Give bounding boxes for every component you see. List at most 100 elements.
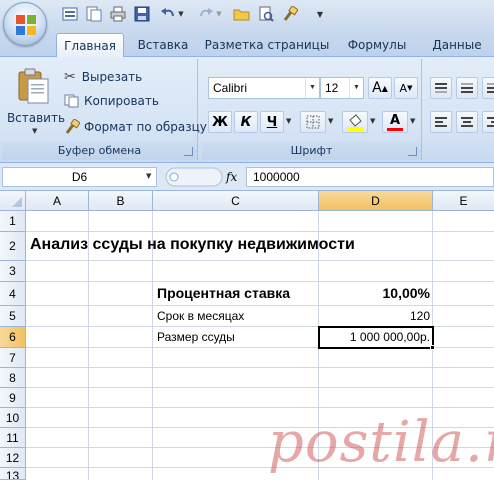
- align-center-button[interactable]: [456, 111, 478, 133]
- font-name-value: Calibri: [213, 81, 248, 95]
- align-left-button[interactable]: [430, 111, 452, 133]
- tab-formulas[interactable]: Формулы: [340, 33, 414, 57]
- print-preview-icon[interactable]: [256, 5, 276, 23]
- font-color-dropdown-icon[interactable]: ▼: [410, 117, 415, 125]
- font-group: Calibri ▼ 12 ▼ A ▲ A ▼ Ж К Ч ▼ ▼ ▼ A ▼ Ш…: [202, 59, 422, 160]
- column-header-b[interactable]: B: [89, 191, 153, 211]
- cell-c4-interest-label[interactable]: Процентная ставка: [157, 285, 290, 301]
- row-header-7[interactable]: 7: [0, 348, 26, 368]
- gridline: [26, 407, 494, 408]
- scissors-icon: ✂: [64, 69, 76, 85]
- column-header-c[interactable]: C: [153, 191, 319, 211]
- cell-d4-interest-value[interactable]: 10,00%: [319, 285, 430, 301]
- font-size-value: 12: [325, 81, 339, 95]
- row-header-2[interactable]: 2: [0, 232, 26, 261]
- formula-bar-controls: fx: [164, 167, 244, 187]
- clipboard-group: Вставить ▼ ✂ Вырезать Копировать Формат …: [2, 59, 207, 160]
- column-header-d[interactable]: D: [319, 191, 433, 211]
- bold-button[interactable]: Ж: [208, 111, 232, 133]
- row-header-13[interactable]: 13: [0, 468, 26, 480]
- redo-icon[interactable]: [196, 5, 216, 23]
- save-icon[interactable]: [132, 5, 152, 23]
- row-header-6[interactable]: 6: [0, 327, 26, 348]
- redo-dropdown-icon[interactable]: ▼: [214, 5, 224, 23]
- gridline: [26, 231, 494, 232]
- alignment-group: [426, 59, 494, 160]
- underline-button[interactable]: Ч: [260, 111, 284, 133]
- publisher-icon[interactable]: [84, 5, 104, 23]
- align-top-button[interactable]: [430, 77, 452, 99]
- cell-d5-term-value[interactable]: 120: [319, 309, 430, 323]
- customize-qat-icon[interactable]: ▼: [314, 5, 326, 23]
- gridline: [26, 367, 494, 368]
- undo-dropdown-icon[interactable]: ▼: [176, 5, 186, 23]
- select-all-corner[interactable]: [0, 191, 26, 211]
- row-header-3[interactable]: 3: [0, 261, 26, 282]
- bold-icon: Ж: [212, 114, 228, 130]
- align-center-icon: [461, 117, 473, 127]
- font-name-combo[interactable]: Calibri ▼: [208, 77, 320, 99]
- font-group-label: Шрифт: [202, 142, 421, 160]
- cell-c6-loan-label[interactable]: Размер ссуды: [157, 330, 235, 344]
- row-header-8[interactable]: 8: [0, 368, 26, 388]
- office-logo-icon: [16, 15, 36, 35]
- word-icon[interactable]: [60, 5, 80, 23]
- borders-dropdown-icon[interactable]: ▼: [328, 117, 333, 125]
- format-painter-label: Формат по образцу: [84, 120, 207, 134]
- tab-data[interactable]: Данные: [424, 33, 490, 57]
- font-color-swatch: [387, 127, 403, 131]
- formula-input[interactable]: 1000000: [246, 167, 494, 187]
- formula-value: 1000000: [253, 170, 300, 184]
- cut-button[interactable]: ✂ Вырезать: [64, 69, 142, 85]
- align-middle-button[interactable]: [456, 77, 478, 99]
- tab-home[interactable]: Главная: [56, 33, 124, 58]
- font-name-dropdown-icon[interactable]: ▼: [305, 78, 319, 98]
- ribbon-tabs: Главная Вставка Разметка страницы Формул…: [0, 30, 494, 58]
- italic-button[interactable]: К: [234, 111, 258, 133]
- font-color-button[interactable]: A: [382, 111, 408, 133]
- shrink-font-button[interactable]: A ▼: [394, 77, 418, 99]
- gridline: [26, 387, 494, 388]
- clipboard-launcher-icon[interactable]: [184, 147, 193, 156]
- grow-font-button[interactable]: A ▲: [368, 77, 392, 99]
- underline-dropdown-icon[interactable]: ▼: [286, 117, 291, 125]
- gridline: [26, 305, 494, 306]
- row-header-4[interactable]: 4: [0, 282, 26, 306]
- row-header-10[interactable]: 10: [0, 408, 26, 428]
- align-right-button[interactable]: [482, 111, 494, 133]
- gridline: [26, 260, 494, 261]
- format-painter-button[interactable]: Формат по образцу: [64, 119, 207, 135]
- watermark-text: postila.ru: [268, 410, 494, 475]
- font-size-dropdown-icon[interactable]: ▼: [349, 78, 363, 98]
- undo-icon[interactable]: [158, 5, 178, 23]
- cell-c5-term-label[interactable]: Срок в месяцах: [157, 309, 244, 323]
- name-box[interactable]: D6: [2, 167, 157, 187]
- column-header-e[interactable]: E: [433, 191, 494, 211]
- borders-button[interactable]: [300, 111, 326, 133]
- row-header-1[interactable]: 1: [0, 211, 26, 232]
- name-box-dropdown-icon[interactable]: ▼: [146, 172, 151, 180]
- row-header-5[interactable]: 5: [0, 306, 26, 327]
- align-bottom-button[interactable]: [482, 77, 494, 99]
- tab-insert[interactable]: Вставка: [132, 33, 194, 57]
- fill-color-dropdown-icon[interactable]: ▼: [370, 117, 375, 125]
- fill-color-button[interactable]: [342, 111, 368, 133]
- format-painter-qat-icon[interactable]: [280, 5, 300, 23]
- name-box-value: D6: [71, 170, 88, 184]
- column-header-a[interactable]: A: [26, 191, 89, 211]
- tab-page-layout[interactable]: Разметка страницы: [204, 33, 330, 57]
- paste-button[interactable]: Вставить ▼: [6, 65, 65, 141]
- row-header-9[interactable]: 9: [0, 388, 26, 408]
- clipboard-group-label: Буфер обмена: [2, 142, 197, 160]
- copy-button[interactable]: Копировать: [64, 94, 159, 108]
- office-button[interactable]: [3, 2, 47, 46]
- insert-function-button[interactable]: fx: [226, 167, 244, 187]
- row-header-11[interactable]: 11: [0, 428, 26, 448]
- print-icon[interactable]: [108, 5, 128, 23]
- font-size-combo[interactable]: 12 ▼: [320, 77, 364, 99]
- font-launcher-icon[interactable]: [408, 147, 417, 156]
- fill-handle[interactable]: [430, 345, 435, 350]
- open-folder-icon[interactable]: [232, 5, 252, 23]
- row-header-12[interactable]: 12: [0, 448, 26, 468]
- cell-a2-title[interactable]: Анализ ссуды на покупку недвижимости: [30, 236, 355, 254]
